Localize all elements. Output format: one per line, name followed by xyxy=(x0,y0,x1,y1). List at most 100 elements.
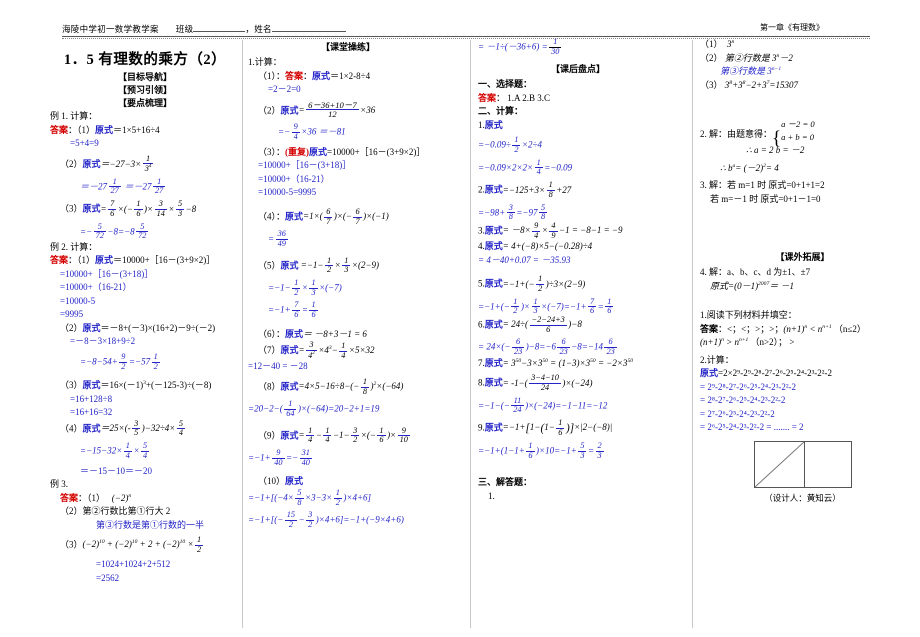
ex2-3-l3: =16+16=32 xyxy=(70,407,113,418)
ex3-3-l3: =2562 xyxy=(96,572,120,583)
yuanshi-c2-9: 原式 xyxy=(280,429,299,440)
c4-read-ans2: （n≤2） xyxy=(833,323,866,334)
c4-read-ans-expr1: (n+1)n < nn+1 xyxy=(783,323,832,334)
yuanshi-c2-2: 原式 xyxy=(280,105,299,116)
ex1-1-num: （1） xyxy=(77,124,96,135)
header-right: 第一章《有理数》 xyxy=(760,23,824,32)
ex2-4-l1: ＝25×(- 3 5)−32÷4× 5 4 xyxy=(100,418,185,438)
header-rule xyxy=(62,36,870,37)
header-left: 海陵中学初一数学教学案 班级 ，姓名 xyxy=(62,22,346,35)
c4-item2-result2: ∴ ba= (－2)2= 4 xyxy=(720,162,779,173)
c2-q8-l2: =20−2−(1 64)×(−64)=20−2+1=19 xyxy=(248,399,380,418)
yuanshi-label-3: 原式 xyxy=(82,203,101,214)
ex1-2-expr: ＝−27−3× 1 34 xyxy=(100,153,154,174)
c2-q6-num: （6）： xyxy=(258,328,286,339)
yuanshi-c3-5: 原式 xyxy=(484,278,503,289)
ex1-3-num: （3） xyxy=(60,203,83,214)
c3-q6-l2: = 24×(− 6 23)−8=−6 6 23 −8=−14 6 23 xyxy=(478,337,617,357)
figure-diagonal-icon xyxy=(754,441,804,487)
c4-item3: 3. 解：若 m=1 时 原式=0+1+1=2 xyxy=(700,180,825,191)
c4-read-label: 1.阅读下列材料并填空： xyxy=(700,310,797,321)
c4-item4: 4. 解：a、b、c、d 为±1、±7 xyxy=(700,267,811,278)
answer-label-1: 答案 xyxy=(50,124,69,135)
example-3-label: 例 3. xyxy=(50,479,69,490)
c2-q5-l2: =−1− 1 2 × 1 3 ×(−7) xyxy=(268,277,342,297)
c3-q3-l1: = －8× 9 4 × 4 9 −1 = −8−1 = −9 xyxy=(502,220,623,240)
c4-calc2-label: 2.计算： xyxy=(700,354,734,365)
yuanshi-c2-3: 原式 xyxy=(309,146,328,157)
c2-q1-num: （1）： xyxy=(258,70,286,81)
answer-label-c3: 答案 xyxy=(478,92,497,103)
c4-read-ans-expr2: (n+1)n > nn+1 xyxy=(700,337,749,348)
c4-a1-body: 3n xyxy=(727,39,735,49)
figure-block: （设计人：黄知云） xyxy=(700,440,905,504)
yuanshi-label-7: 原式 xyxy=(82,423,101,434)
c3-q4-l1: = 4+(−8)×5−(−0.28)÷4 xyxy=(502,241,593,252)
colon-3: ： xyxy=(78,492,88,503)
column-4: （1） 3n （2） 第②行数是 3n－2 第③行数是 3n−1 （3） 38+… xyxy=(700,38,905,632)
ex2-2-l2: =－8－3×18+9÷2 xyxy=(70,336,136,347)
ex1-3-result: =− 5 72 −8=−8 5 72 xyxy=(80,221,149,241)
c2-q7-l2: =12－40 = －28 xyxy=(248,361,308,372)
c3-q5-l2: =−1+(− 1 2)× 1 3 ×(−7)=−1+ 7 6 = 1 6 xyxy=(478,296,614,316)
yuanshi-label: 原式 xyxy=(95,124,114,135)
c2-q9-num: （9） xyxy=(258,429,281,440)
c2-q1-body: ＝1×2-8÷4 xyxy=(330,70,371,81)
c3-choices: 1.A 2.B 3.C xyxy=(507,92,551,103)
section-post-class-review: 【课后盘点】 xyxy=(550,64,605,75)
class-label: 班级 xyxy=(175,24,194,34)
c3-n4: 4. xyxy=(478,241,485,252)
ex3-3-l1: (−2)10 + (−2)10 + 2 + (−2)10 × 1 2 xyxy=(82,535,204,554)
ex2-1-l4: =10000-5 xyxy=(60,295,96,306)
c3-q8-l2: =−1−(− 11 24)×(−24)=−1−11=−12 xyxy=(478,395,608,415)
c3-q1-l1: =−0.09÷ 1 2 ×2÷4 xyxy=(478,135,542,155)
yuanshi-label-6: 原式 xyxy=(82,380,101,391)
c3-part2-label: 二、计算： xyxy=(478,106,524,117)
ex2-2-num: （2） xyxy=(60,322,83,333)
figure-caption: （设计人：黄知云） xyxy=(764,492,841,503)
c3-q1-l2: =−0.09×2×2× 1 4 =−0.09 xyxy=(478,157,573,177)
yuanshi-c3-8: 原式 xyxy=(484,377,503,388)
c3-q6-l1: = 24÷(−2−24+3 6)−8 xyxy=(502,315,582,334)
ex3-1-num: （1） xyxy=(87,492,106,503)
c2-q3-l3: =10000+（16-21） xyxy=(258,173,330,184)
c4-a1-num: （1） xyxy=(700,39,723,49)
ex3-2-l1: 第②行数比第①行大 2 xyxy=(82,506,171,517)
c2-q7-num: （7） xyxy=(258,345,281,356)
ex2-1-l5: =9995 xyxy=(60,309,84,320)
c3-q5-l1: =−1+(− 1 2)÷3×(2−9) xyxy=(502,274,586,293)
c4-a3-expr: 38+38−2+37=15307 xyxy=(724,79,798,90)
colon-c4: ： xyxy=(718,323,728,334)
c3-n3: 3. xyxy=(478,225,485,236)
answer-label-3: 答案 xyxy=(60,492,79,503)
column-2: 【课堂操练】 1.计算： （1）：答案：原式＝1×2-8÷4 =2－2=0 （2… xyxy=(248,38,448,632)
c2-q3-l2: =10000+［16－(3+18)］ xyxy=(258,160,352,171)
school-course-label: 海陵中学初一数学教学案 xyxy=(62,24,159,34)
c4-a3-num: （3） xyxy=(700,79,723,90)
c2-q1-l2: =2－2=0 xyxy=(268,84,301,94)
header-comma: ， xyxy=(245,24,255,34)
ex2-1-l2: =10000+［16－(3+18)］ xyxy=(60,268,154,279)
yuanshi-c3-6: 原式 xyxy=(484,319,503,330)
c4-item2-e2: a + b = 0 xyxy=(781,131,814,142)
yuanshi-c4: 原式 xyxy=(700,368,719,379)
c2-q5-num: （5） xyxy=(258,259,281,270)
ex1-2-num: （2） xyxy=(60,158,83,169)
c2-q3-l4: =10000-5=9995 xyxy=(258,187,317,198)
ex2-3-l1: ＝16×(－1)3+(－125-3)÷(－8) xyxy=(100,380,212,391)
c3-n1: 1. xyxy=(478,119,485,130)
column-divider-2 xyxy=(470,40,471,628)
yuanshi-c2-8: 原式 xyxy=(280,381,299,392)
c2-q10-l1: =−1+[(−4× 5 8 ×3−3× 1 2)×4+6] xyxy=(248,487,372,507)
c4-item2: 2. 解：由题意得：{a －2 = 0a + b = 0 xyxy=(700,119,815,149)
c4-item3-l2: 若 m=－1 时 原式=0+1－1=0 xyxy=(710,193,821,204)
page-title: 1．5 有理数的乘方（2） xyxy=(63,52,227,68)
ex2-4-num: （4） xyxy=(60,423,83,434)
yuanshi-label-2: 原式 xyxy=(82,158,101,169)
yuanshi-c3-1: 原式 xyxy=(484,119,503,130)
c4-item2-result: ∴ a = 2 b = －2 xyxy=(746,145,805,156)
c2-q6-body: ＝ －8+3－1 = 6 xyxy=(303,328,367,339)
column-divider-3 xyxy=(692,40,693,628)
class-blank xyxy=(193,22,246,32)
example-2-label: 例 2. 计算： xyxy=(50,241,98,252)
